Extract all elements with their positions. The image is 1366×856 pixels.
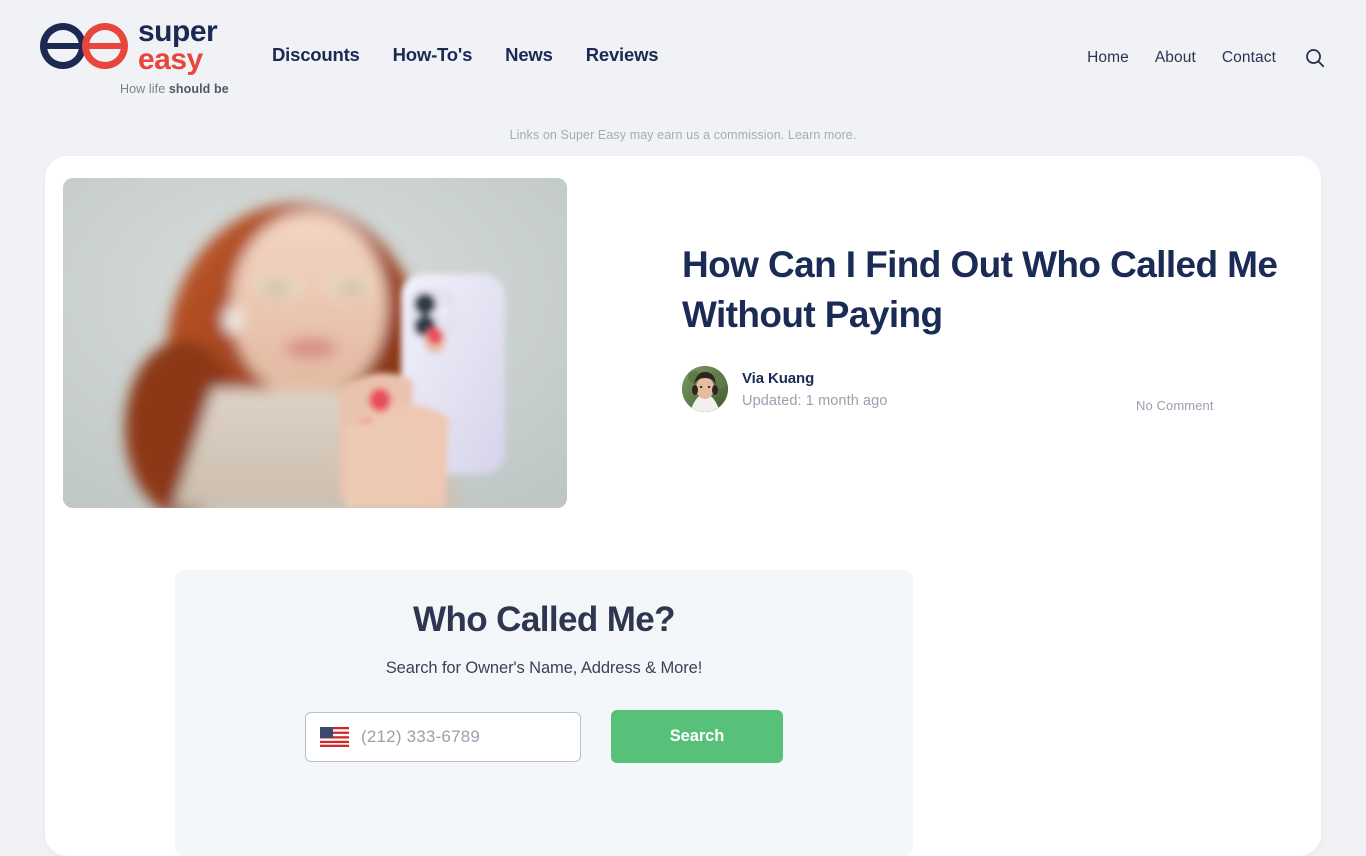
article-card: How Can I Find Out Who Called Me Without… bbox=[45, 156, 1321, 856]
nav-item-reviews[interactable]: Reviews bbox=[586, 44, 659, 66]
affiliate-disclaimer: Links on Super Easy may earn us a commis… bbox=[509, 128, 857, 142]
logo-tagline-strong: should be bbox=[168, 82, 229, 97]
logo-tagline-prefix: How life bbox=[120, 82, 169, 97]
logo-mark-icon bbox=[40, 22, 128, 69]
nav-item-how-tos[interactable]: How-To's bbox=[393, 44, 473, 66]
logo-e-red-icon bbox=[82, 22, 128, 69]
search-button[interactable]: Search bbox=[611, 710, 783, 763]
avatar bbox=[682, 366, 728, 412]
author-byline: Via Kuang Updated: 1 month ago bbox=[682, 366, 888, 412]
phone-input[interactable]: (212) 333-6789 bbox=[305, 711, 581, 762]
updated-date: Updated: 1 month ago bbox=[742, 392, 888, 409]
site-logo[interactable]: super easy How life should be bbox=[40, 15, 290, 96]
nav-item-home[interactable]: Home bbox=[1087, 49, 1129, 67]
nav-item-about[interactable]: About bbox=[1155, 49, 1196, 67]
widget-subtitle: Search for Owner's Name, Address & More! bbox=[385, 659, 703, 677]
logo-e-navy-icon bbox=[40, 22, 86, 69]
logo-word-easy: easy bbox=[138, 42, 203, 76]
primary-navigation: Discounts How-To's News Reviews bbox=[272, 44, 659, 66]
logo-word-super: super bbox=[138, 15, 218, 48]
nav-item-contact[interactable]: Contact bbox=[1222, 49, 1276, 67]
logo-wordmark: super easy bbox=[138, 15, 218, 76]
widget-title: Who Called Me? bbox=[413, 600, 675, 639]
phone-placeholder-text: (212) 333-6789 bbox=[361, 726, 481, 746]
page-title: How Can I Find Out Who Called Me Without… bbox=[682, 244, 1278, 336]
logo-tagline: How life should be bbox=[120, 82, 290, 96]
comment-count[interactable]: No Comment bbox=[1136, 398, 1214, 413]
us-flag-icon bbox=[320, 726, 349, 747]
site-header: super easy How life should be Discounts … bbox=[0, 0, 1366, 110]
hero-image bbox=[63, 178, 567, 508]
phone-lookup-form: (212) 333-6789 Search bbox=[175, 710, 913, 763]
secondary-navigation: Home About Contact bbox=[1087, 47, 1326, 69]
author-name[interactable]: Via Kuang bbox=[742, 370, 888, 387]
nav-item-discounts[interactable]: Discounts bbox=[272, 44, 360, 66]
who-called-me-widget: Who Called Me? Search for Owner's Name, … bbox=[175, 570, 913, 856]
search-icon[interactable] bbox=[1304, 47, 1326, 69]
nav-item-news[interactable]: News bbox=[505, 44, 553, 66]
